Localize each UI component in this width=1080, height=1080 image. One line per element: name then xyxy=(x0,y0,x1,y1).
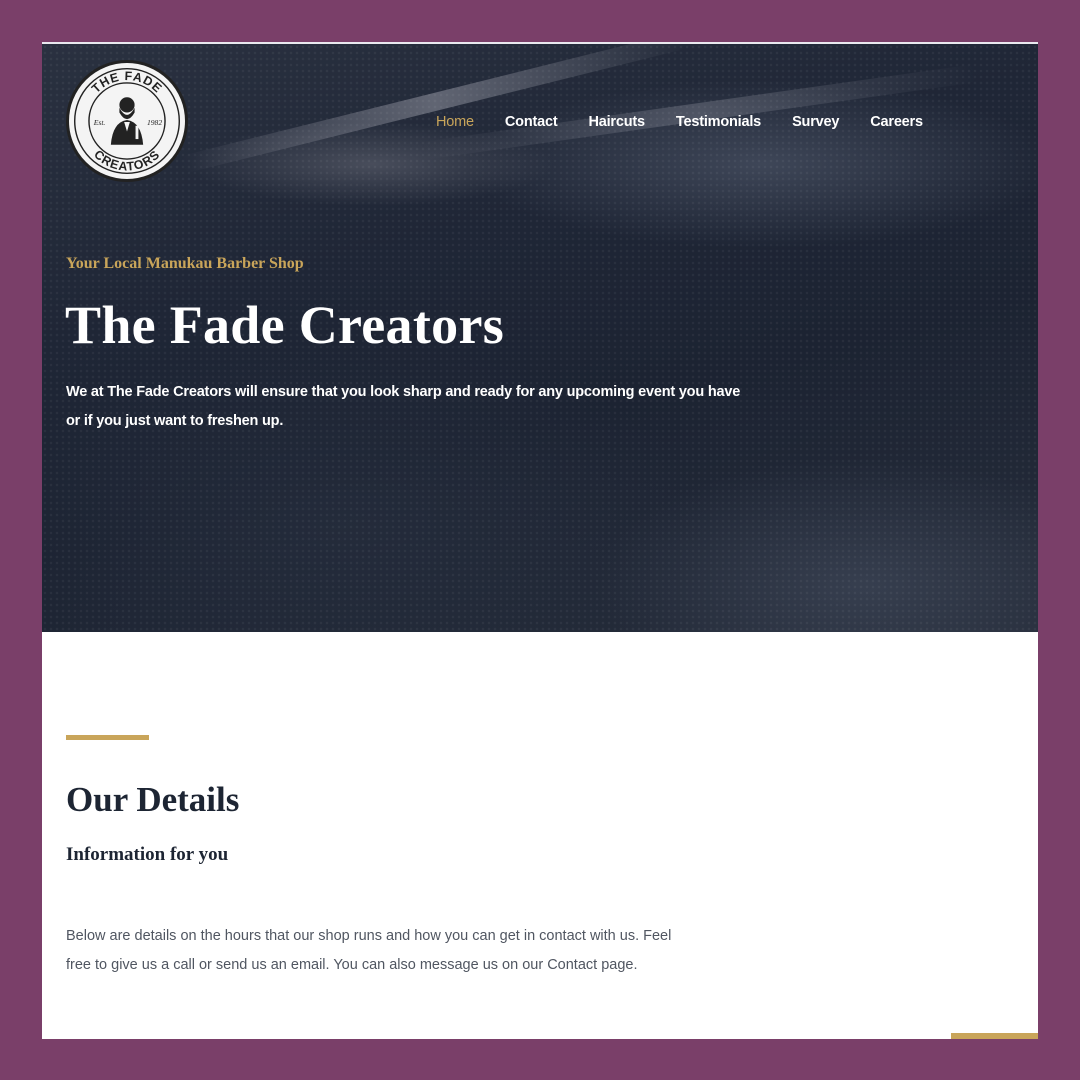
nav-item-home[interactable]: Home xyxy=(436,114,474,130)
hero-tagline: Your Local Manukau Barber Shop xyxy=(66,255,304,272)
details-title: Our Details xyxy=(66,780,240,819)
nav-item-survey[interactable]: Survey xyxy=(792,114,839,130)
details-subtitle: Information for you xyxy=(66,844,229,865)
site-logo[interactable]: THE FADE CREATORS Est. 1982 xyxy=(66,60,188,182)
corner-accent-bar xyxy=(951,1033,1038,1039)
hero-intro: We at The Fade Creators will ensure that… xyxy=(66,384,741,429)
main-nav: Home Contact Haircuts Testimonials Surve… xyxy=(436,114,954,130)
barber-logo-icon: THE FADE CREATORS Est. 1982 xyxy=(73,67,181,175)
nav-item-careers[interactable]: Careers xyxy=(870,114,923,130)
details-section: Our Details Information for you Below ar… xyxy=(42,632,1038,1039)
nav-item-testimonials[interactable]: Testimonials xyxy=(676,114,761,130)
section-divider xyxy=(66,735,149,740)
nav-item-haircuts[interactable]: Haircuts xyxy=(588,114,645,130)
page-frame: THE FADE CREATORS Est. 1982 Home Contact xyxy=(42,42,1038,1039)
hero-section: THE FADE CREATORS Est. 1982 Home Contact xyxy=(42,44,1038,632)
logo-right-text: 1982 xyxy=(147,118,162,127)
details-body: Below are details on the hours that our … xyxy=(66,928,672,973)
hero-title: The Fade Creators xyxy=(65,295,505,355)
nav-item-contact[interactable]: Contact xyxy=(505,114,558,130)
logo-left-text: Est. xyxy=(93,118,106,127)
